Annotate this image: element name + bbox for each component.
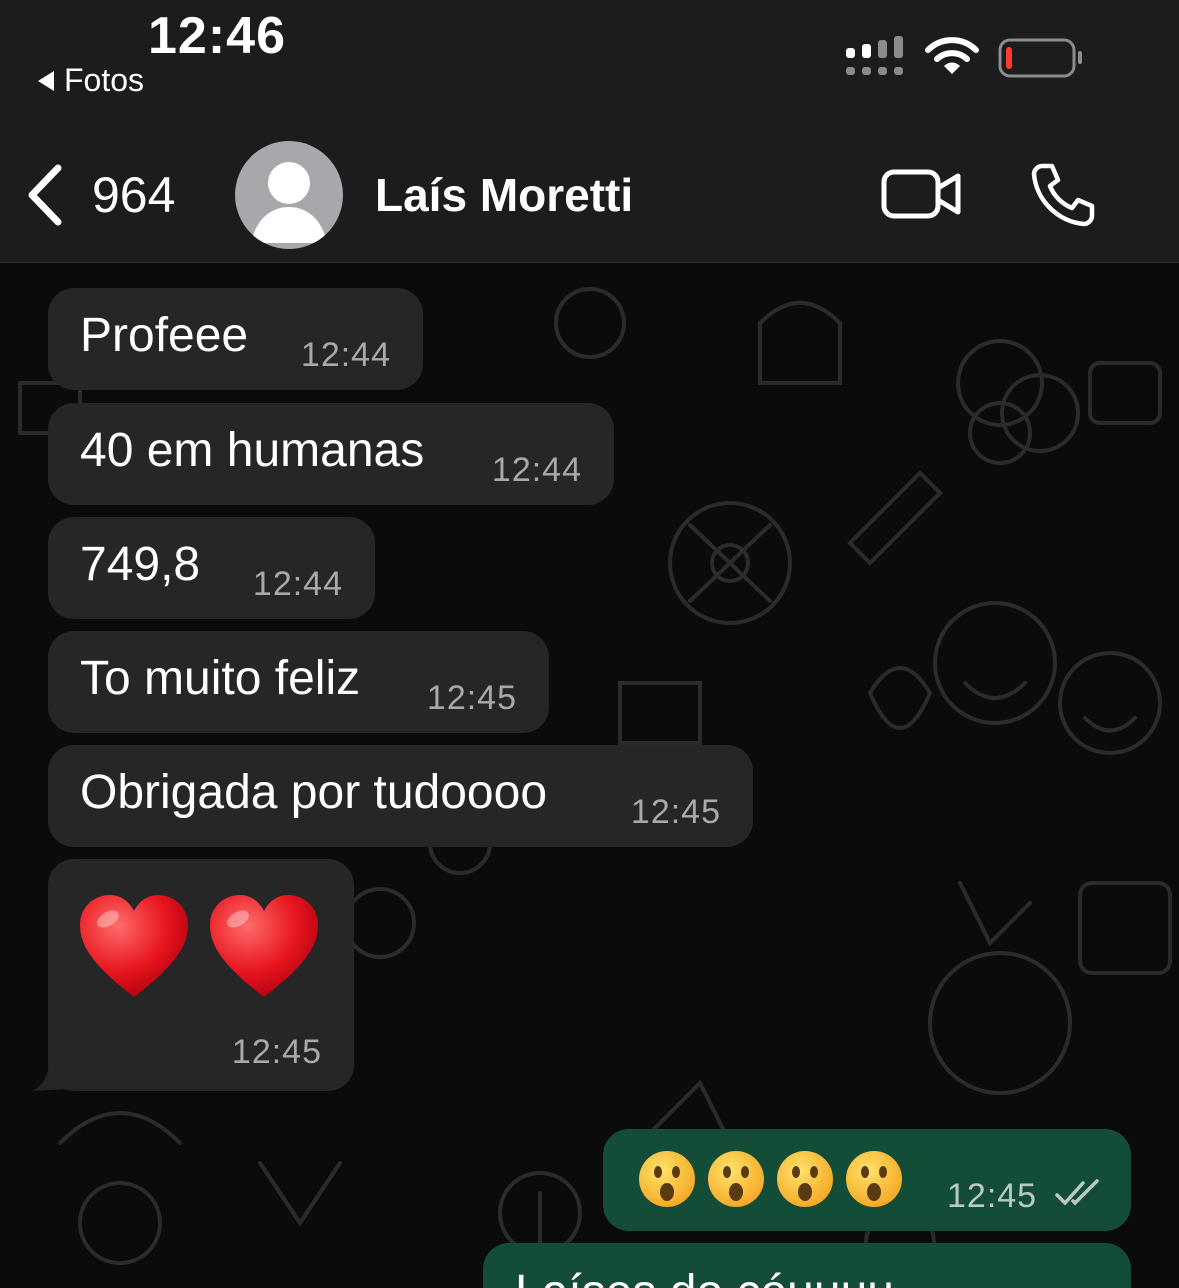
default-avatar-icon	[251, 162, 327, 243]
message-time: 12:45	[947, 1177, 1038, 1215]
bubble-tail	[32, 1053, 68, 1091]
message-text: Obrigada por tudoooo	[80, 766, 548, 819]
contact-avatar[interactable]	[235, 141, 343, 249]
wifi-icon	[925, 37, 979, 74]
message-bubble-incoming-emoji[interactable]: 12:45	[48, 859, 354, 1091]
message-text: To muito feliz	[80, 652, 361, 705]
chat-area[interactable]: Profeee 12:44 40 em humanas 12:44 749,8 …	[0, 263, 1179, 1288]
cellular-signal-icon	[846, 36, 903, 75]
message-time: 12:44	[491, 451, 582, 489]
chat-header: 12:46 Fotos 964 Laís Moretti	[0, 0, 1179, 263]
red-heart-icon	[210, 895, 318, 997]
astonished-face-icon	[846, 1151, 902, 1207]
message-time: 12:45	[426, 679, 517, 717]
message-text: 40 em humanas	[80, 424, 425, 477]
contact-name[interactable]: Laís Moretti	[375, 168, 633, 222]
status-time: 12:46	[148, 7, 286, 65]
message-time: 12:45	[231, 1033, 322, 1071]
message-bubble-incoming[interactable]: To muito feliz 12:45	[48, 631, 549, 733]
astonished-face-icon	[777, 1151, 833, 1207]
message-bubble-outgoing-emoji[interactable]: 12:45	[603, 1129, 1131, 1231]
message-text: 749,8	[80, 538, 201, 591]
message-time: 12:44	[300, 336, 391, 374]
message-text: Profeee	[80, 309, 249, 362]
red-heart-icon	[80, 895, 188, 997]
back-triangle-icon	[38, 70, 54, 91]
message-bubble-incoming[interactable]: 40 em humanas 12:44	[48, 403, 614, 505]
unread-count[interactable]: 964	[92, 166, 175, 224]
message-time: 12:44	[252, 565, 343, 603]
back-to-app-link[interactable]: Fotos	[38, 62, 144, 99]
phone-icon[interactable]	[1028, 158, 1100, 230]
message-bubble-incoming[interactable]: Obrigada por tudoooo 12:45	[48, 745, 753, 847]
back-chevron-icon[interactable]	[20, 160, 80, 230]
astonished-face-icon	[708, 1151, 764, 1207]
astonished-face-icon	[639, 1151, 695, 1207]
message-text: Laíses do céuuuu	[515, 1265, 894, 1288]
video-camera-icon[interactable]	[880, 160, 964, 230]
message-bubble-incoming[interactable]: 749,8 12:44	[48, 517, 375, 619]
message-bubble-incoming[interactable]: Profeee 12:44	[48, 288, 423, 390]
back-app-label: Fotos	[64, 62, 145, 98]
battery-low-icon	[998, 38, 1082, 78]
double-check-read-icon	[1055, 1179, 1099, 1206]
message-time: 12:45	[630, 793, 721, 831]
message-bubble-outgoing[interactable]: Laíses do céuuuu	[483, 1243, 1131, 1288]
